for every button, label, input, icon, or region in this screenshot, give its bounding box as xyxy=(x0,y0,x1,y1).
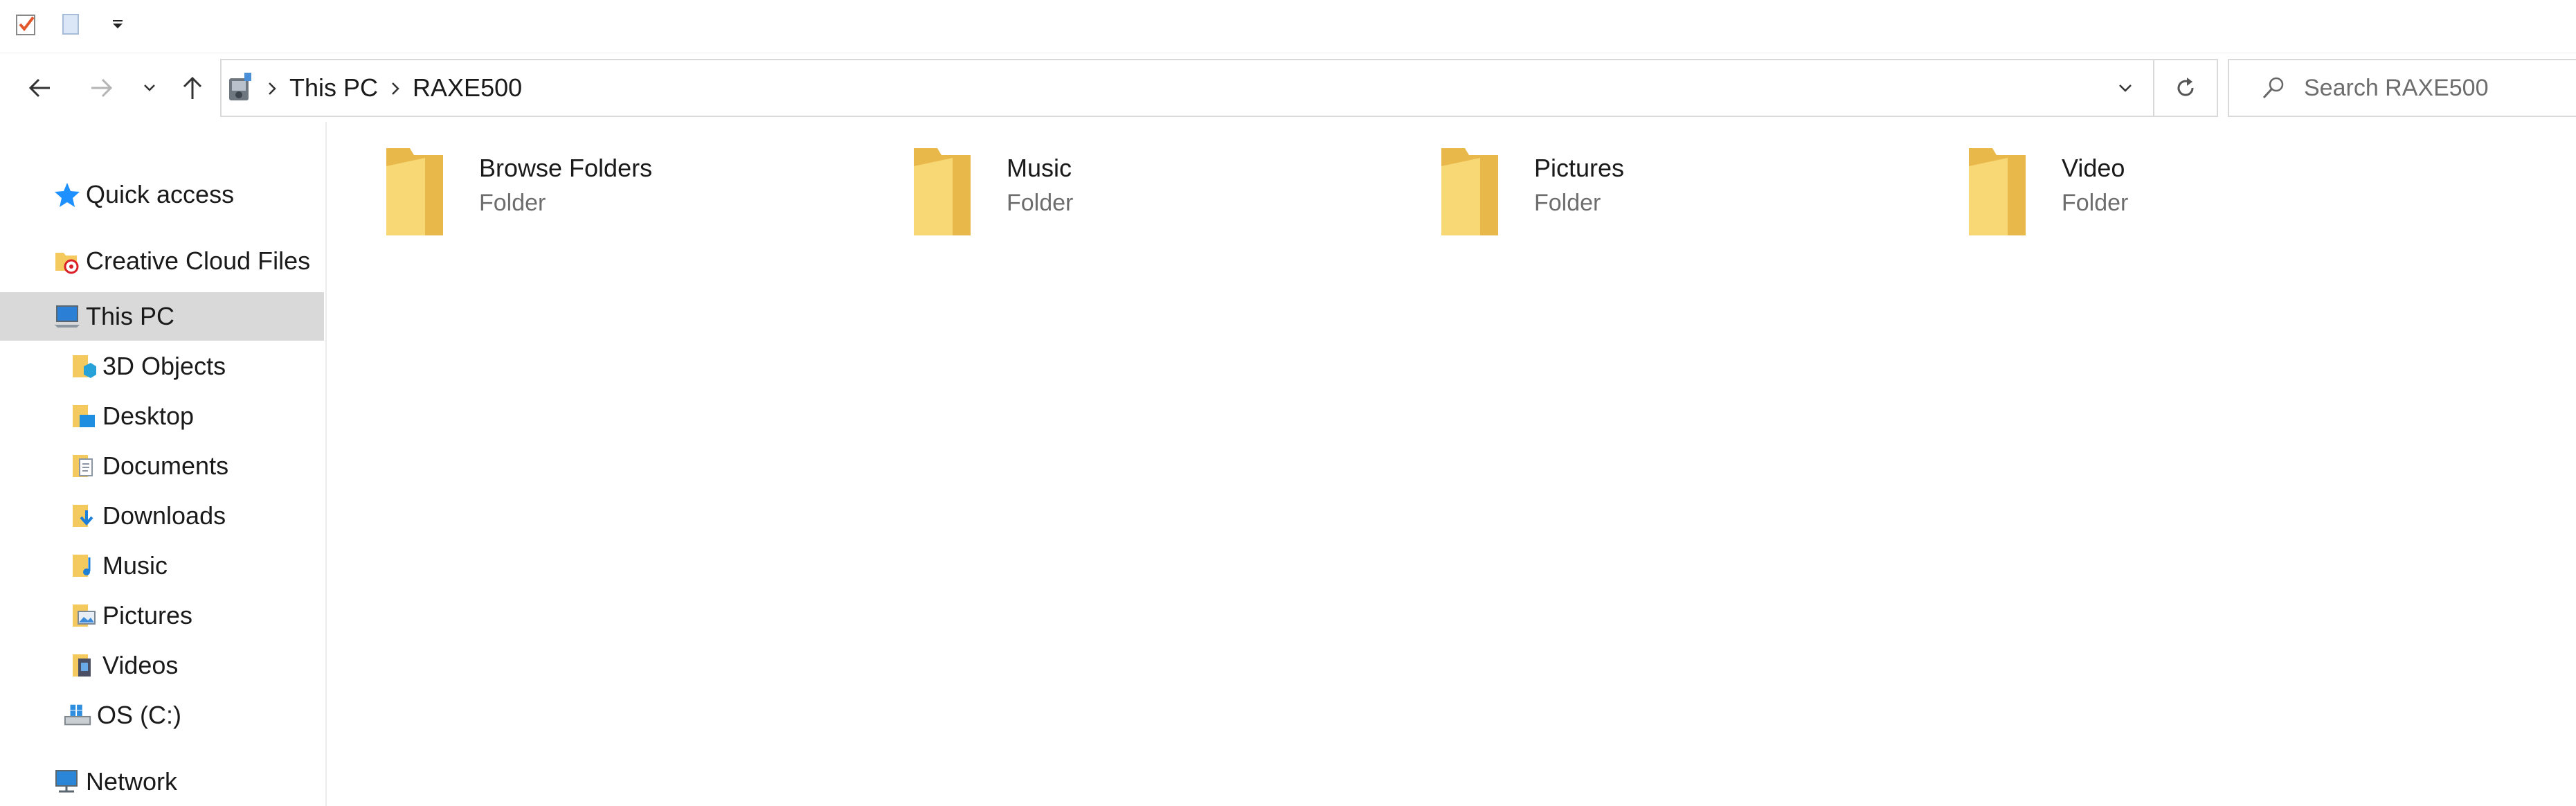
3d-objects-icon xyxy=(69,352,98,381)
chevron-down-icon xyxy=(144,84,155,91)
forward-arrow-icon xyxy=(91,78,113,98)
address-history-button[interactable] xyxy=(2098,60,2153,116)
nav-item-label: Videos xyxy=(102,651,179,679)
nav-item-label: 3D Objects xyxy=(102,352,226,380)
search-input[interactable] xyxy=(2303,73,2568,102)
folder-icon xyxy=(386,148,443,235)
folder-icon xyxy=(1969,148,2026,235)
item-type: Folder xyxy=(1007,190,1074,216)
nav-item-label: Quick access xyxy=(86,180,235,208)
item-type: Folder xyxy=(2062,190,2129,216)
navigation-bar: This PC RAXE500 xyxy=(0,53,2576,123)
nav-item-label: This PC xyxy=(86,302,175,330)
up-arrow-icon xyxy=(183,76,202,99)
network-icon xyxy=(53,767,82,796)
breadcrumb-this-pc[interactable]: This PC xyxy=(289,73,378,102)
folder-icon xyxy=(1441,148,1498,235)
nav-item-3d-objects[interactable]: 3D Objects xyxy=(0,342,324,391)
item-name: Pictures xyxy=(1534,154,1625,182)
item-name: Browse Folders xyxy=(479,154,653,182)
back-button[interactable] xyxy=(19,67,61,109)
breadcrumb-separator-chevron-icon[interactable] xyxy=(390,73,400,102)
drive-icon xyxy=(64,701,93,730)
videos-icon xyxy=(69,651,98,680)
nav-item-label: Documents xyxy=(102,451,229,480)
creative-cloud-folder-icon xyxy=(53,247,82,276)
nav-item-os-c[interactable]: OS (C:) xyxy=(0,691,324,740)
desktop-icon xyxy=(69,402,98,431)
nav-item-this-pc[interactable]: This PC xyxy=(0,292,324,341)
nav-item-desktop[interactable]: Desktop xyxy=(0,392,324,440)
folder-item-music[interactable]: Music Folder xyxy=(854,148,1339,235)
nav-item-videos[interactable]: Videos xyxy=(0,641,324,690)
nav-item-label: Desktop xyxy=(102,402,195,430)
folder-icon xyxy=(914,148,971,235)
nav-item-documents[interactable]: Documents xyxy=(0,442,324,490)
refresh-icon xyxy=(2177,78,2194,96)
nav-item-network[interactable]: Network xyxy=(0,758,324,806)
recent-locations-button[interactable] xyxy=(129,67,170,109)
nav-item-label: OS (C:) xyxy=(97,701,181,729)
breadcrumb: This PC RAXE500 xyxy=(222,60,522,116)
nav-item-label: Network xyxy=(86,767,178,796)
item-type: Folder xyxy=(479,190,546,216)
chevron-down-icon xyxy=(2119,84,2132,92)
new-folder-icon[interactable] xyxy=(51,7,90,42)
breadcrumb-raxe500[interactable]: RAXE500 xyxy=(413,73,522,102)
search-icon xyxy=(2260,74,2287,102)
up-button[interactable] xyxy=(172,67,213,109)
nav-item-label: Pictures xyxy=(102,601,193,629)
nav-item-creative-cloud-files[interactable]: Creative Cloud Files xyxy=(0,237,324,285)
nav-item-label: Music xyxy=(102,551,168,580)
back-arrow-icon xyxy=(28,78,50,98)
nav-item-quick-access[interactable]: Quick access xyxy=(0,170,324,219)
item-name: Video xyxy=(2062,154,2125,182)
customize-toolbar-icon[interactable] xyxy=(98,7,137,42)
address-bar[interactable]: This PC RAXE500 xyxy=(220,59,2154,117)
breadcrumb-separator-chevron-icon[interactable] xyxy=(267,73,277,102)
folder-item-browse-folders[interactable]: Browse Folders Folder xyxy=(327,148,811,235)
navigation-pane: Quick access Creative Cloud Files This P… xyxy=(0,122,327,806)
refresh-button[interactable] xyxy=(2154,59,2218,117)
music-icon xyxy=(69,551,98,580)
item-name: Music xyxy=(1007,154,1072,182)
file-list: Browse Folders Folder Music Folder Pictu… xyxy=(327,122,2576,806)
quick-access-toolbar xyxy=(0,0,2576,48)
computer-icon xyxy=(53,302,82,331)
forward-button[interactable] xyxy=(80,67,122,109)
nav-item-downloads[interactable]: Downloads xyxy=(0,492,324,540)
search-box[interactable] xyxy=(2228,59,2576,117)
folder-item-pictures[interactable]: Pictures Folder xyxy=(1382,148,1866,235)
nav-item-pictures[interactable]: Pictures xyxy=(0,591,324,640)
nav-item-label: Creative Cloud Files xyxy=(86,247,311,275)
item-type: Folder xyxy=(1534,190,1601,216)
properties-icon[interactable] xyxy=(7,7,46,42)
nav-item-label: Downloads xyxy=(102,501,226,530)
nav-item-music[interactable]: Music xyxy=(0,541,324,590)
downloads-icon xyxy=(69,501,98,530)
documents-icon xyxy=(69,451,98,481)
pictures-icon xyxy=(69,601,98,630)
camera-device-icon xyxy=(226,69,255,107)
star-icon xyxy=(53,180,82,209)
folder-item-video[interactable]: Video Folder xyxy=(1909,148,2394,235)
